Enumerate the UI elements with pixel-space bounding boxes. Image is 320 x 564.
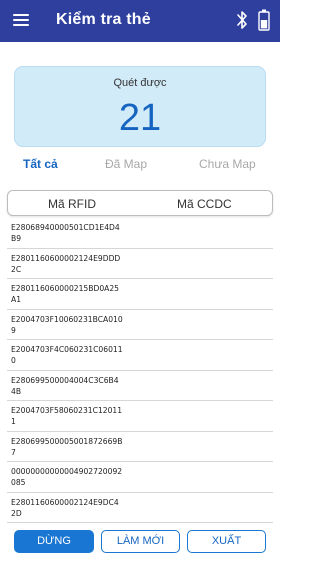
- tab-mapped[interactable]: Đã Map: [105, 157, 147, 171]
- rfid-code: E280699500005001872669B7: [11, 436, 123, 457]
- table-row[interactable]: 00000000000004902720092085: [7, 462, 273, 493]
- rfid-code: E2801160600002124E9DDD2C: [11, 253, 121, 274]
- rfid-code: E2801160600002124E9DC42D: [11, 497, 119, 518]
- rfid-code: 00000000000004902720092085: [11, 467, 123, 487]
- table-header: Mã RFID Mã CCDC: [7, 190, 273, 216]
- scan-count-label: Quét được: [113, 77, 167, 89]
- app-bar: Kiểm tra thẻ: [0, 0, 280, 42]
- rfid-code: E280116060000215BD0A25A1: [11, 284, 120, 304]
- scan-count-value: 21: [118, 97, 162, 139]
- tab-all[interactable]: Tất cả: [23, 157, 58, 171]
- action-bar: DỪNG LÀM MỚI XUẤT: [0, 525, 280, 564]
- stop-button[interactable]: DỪNG: [14, 530, 94, 553]
- table-row[interactable]: E2004703F4C060231C060110: [7, 340, 273, 371]
- table-row[interactable]: E280699500004004C3C6B44B: [7, 371, 273, 401]
- scan-count-card: Quét được 21: [14, 66, 266, 147]
- column-header-rfid: Mã RFID: [48, 197, 96, 211]
- table-row[interactable]: E2004703F58060231C120111: [7, 401, 273, 432]
- rfid-code: E28068940000501CD1E4D4B9: [11, 223, 120, 243]
- table-row[interactable]: E280699500005001872669B7: [7, 432, 273, 462]
- column-header-ccdc: Mã CCDC: [177, 197, 232, 211]
- page-title: Kiểm tra thẻ: [56, 11, 151, 28]
- rfid-code: E2004703F10060231BCA0109: [11, 314, 123, 335]
- hamburger-menu-icon[interactable]: [13, 14, 29, 26]
- rfid-code: E2004703F58060231C120111: [11, 406, 123, 426]
- table-row[interactable]: E28068940000501CD1E4D4B9: [7, 218, 273, 249]
- table-row[interactable]: E2801160600002124E9DC42D: [7, 493, 273, 523]
- export-button[interactable]: XUẤT: [187, 530, 266, 553]
- bluetooth-icon: [237, 11, 247, 29]
- rfid-code: E280699500004004C3C6B44B: [11, 375, 119, 396]
- filter-tabs: Tất cả Đã Map Chưa Map: [0, 153, 280, 179]
- battery-icon: [258, 9, 270, 31]
- table-row[interactable]: E2004703F10060231BCA0109: [7, 310, 273, 340]
- table-row[interactable]: E2801160600002124E9DDD2C: [7, 249, 273, 279]
- tab-unmapped[interactable]: Chưa Map: [199, 157, 256, 171]
- tag-list[interactable]: E28068940000501CD1E4D4B9 E28011606000021…: [7, 218, 273, 525]
- table-row[interactable]: E280116060000215BD0A25A1: [7, 279, 273, 310]
- rfid-code: E2004703F4C060231C060110: [11, 345, 123, 365]
- refresh-button[interactable]: LÀM MỚI: [101, 530, 180, 553]
